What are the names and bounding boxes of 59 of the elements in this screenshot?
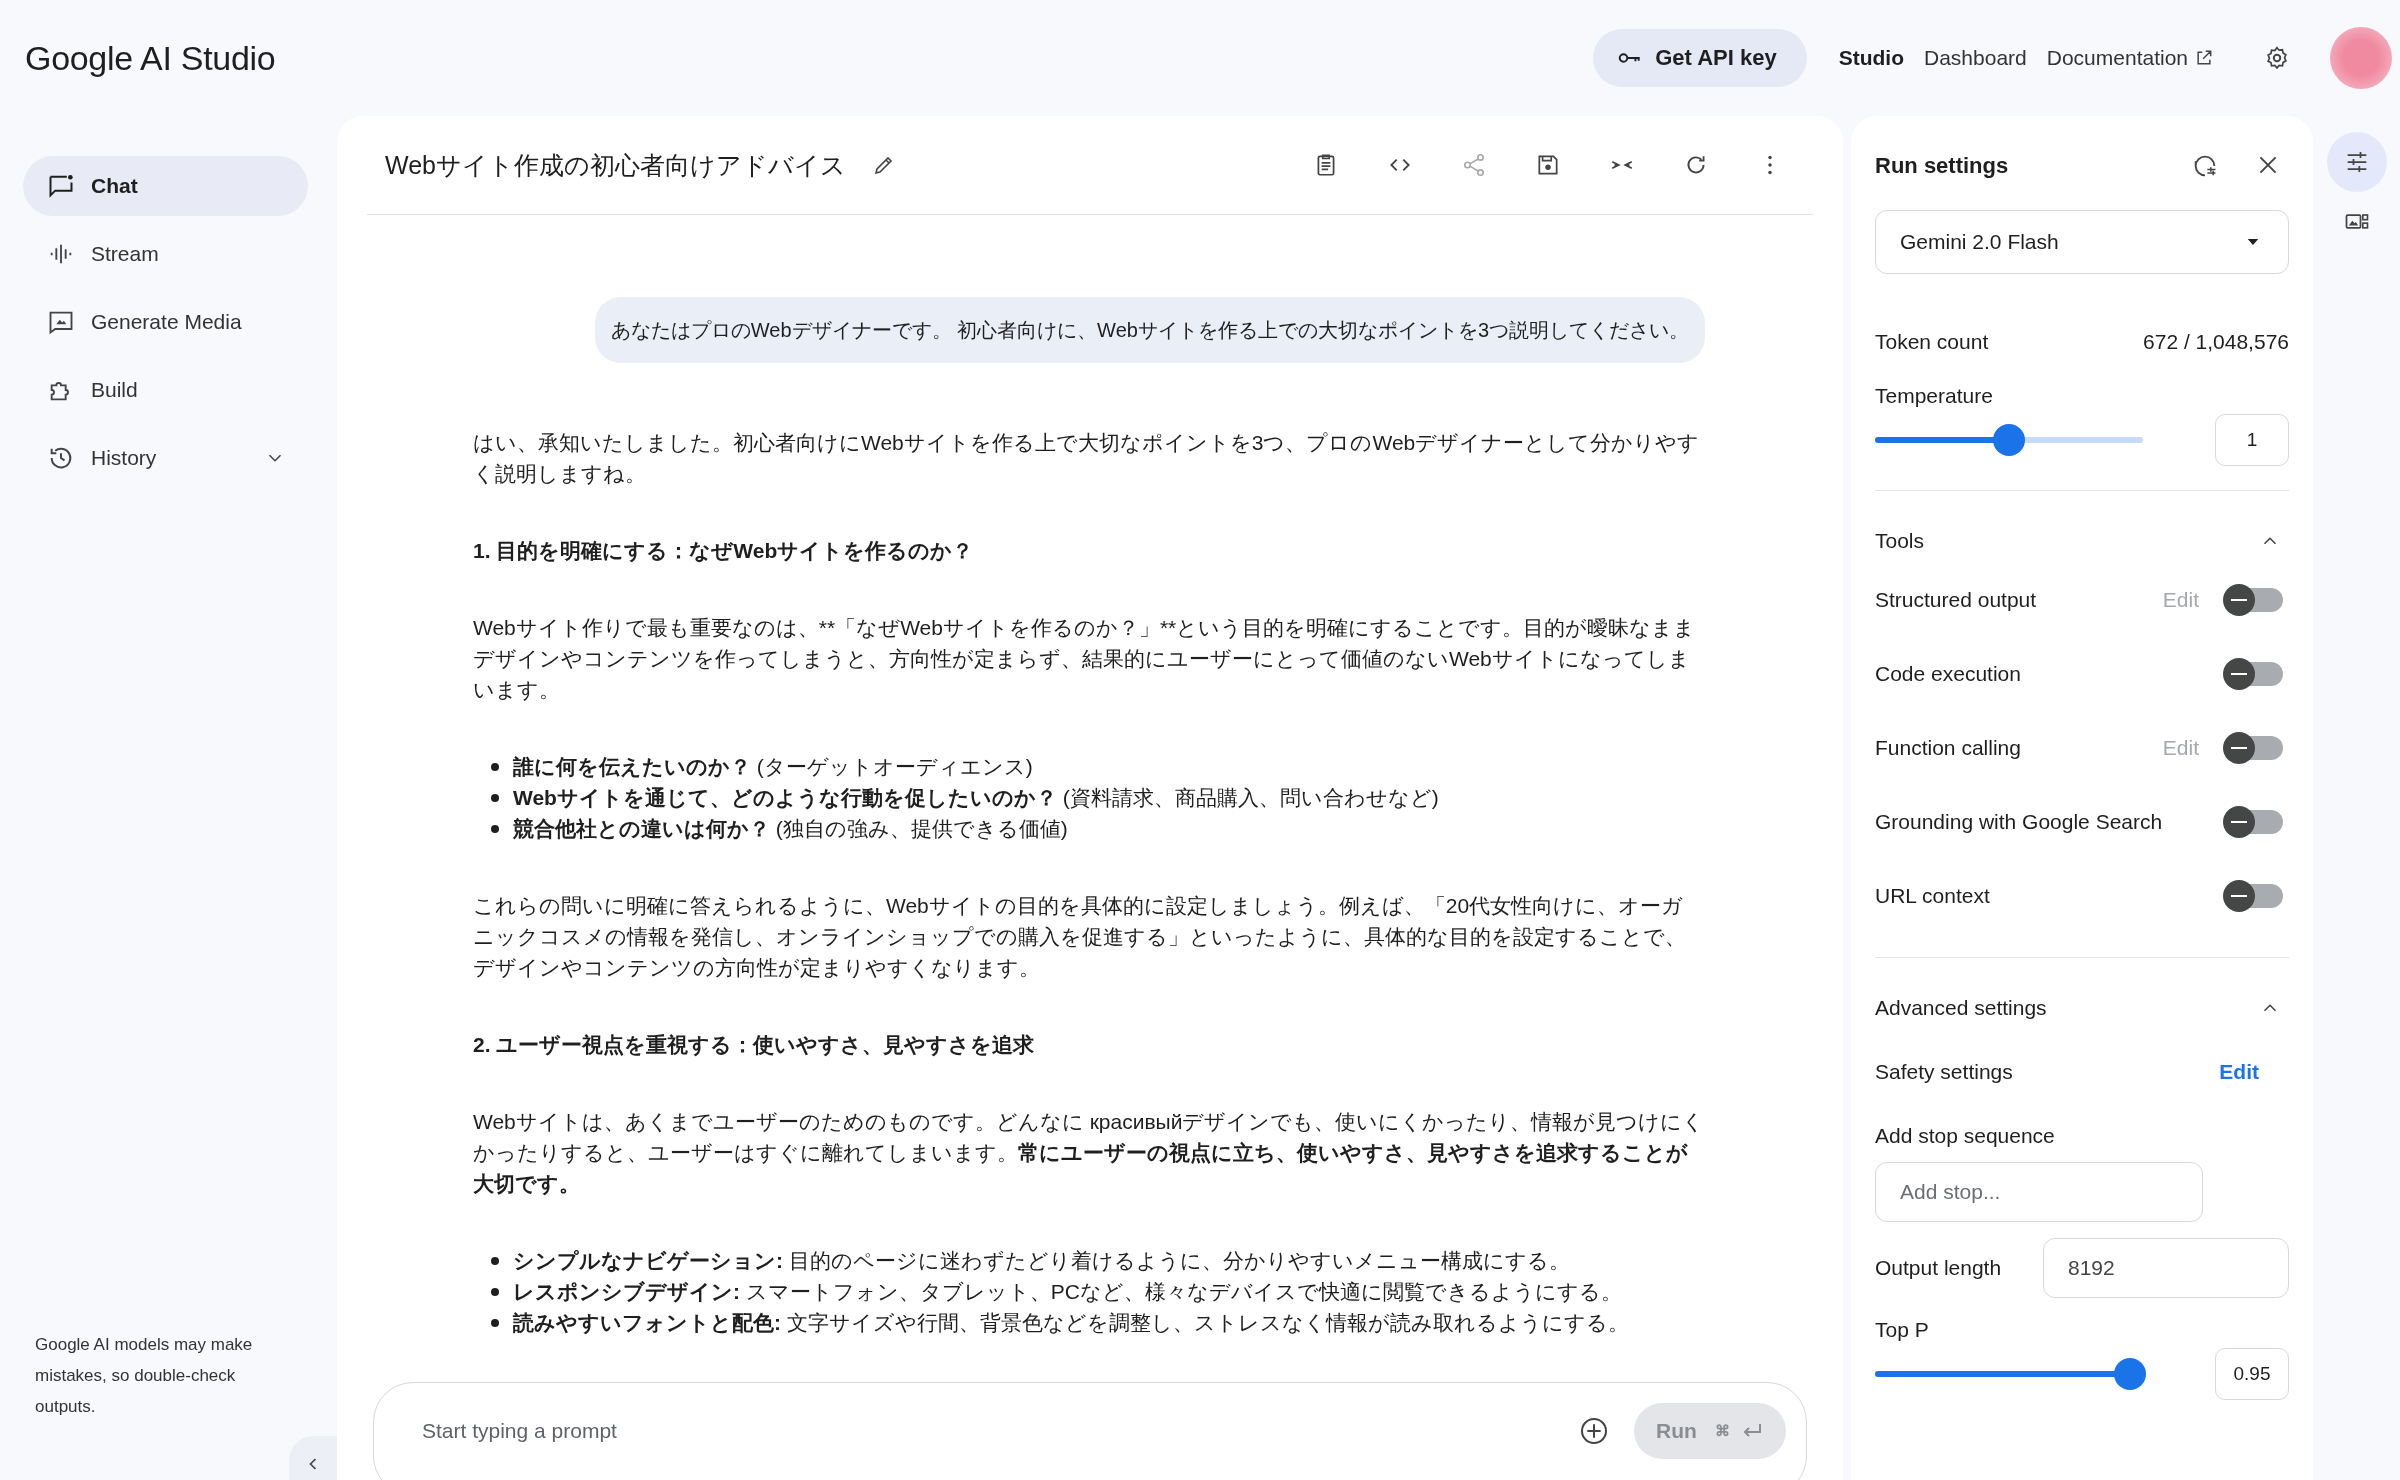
- top-p-value-field[interactable]: 0.95: [2215, 1348, 2289, 1400]
- response-heading: 2. ユーザー視点を重視する：使いやすさ、見やすさを追求: [473, 1032, 1036, 1058]
- safety-settings-label: Safety settings: [1875, 1060, 2013, 1084]
- model-select[interactable]: Gemini 2.0 Flash: [1875, 210, 2289, 274]
- response-paragraph: Webサイト作りで最も重要なのは、**「なぜWebサイトを作るのか？」**という目的を明確にすることです。目的が曖昧なままデザインやコンテンツを作ってしまうと、方向性が定まらず、結果的にユーザーにとって価値のないWebサイトになってしまいます。: [473, 615, 1697, 703]
- response-paragraph: はい、承知いたしました。初心者向けにWebサイトを作る上で大切なポイントを3つ、プロのWebデザイナーとして分かりやすく説明しますね。: [473, 430, 1701, 487]
- list-item: シンプルなナビゲーション: 目的のページに迷わずたどり着けるように、分かりやすいメニュー構成にする。: [513, 1248, 1570, 1275]
- tool-label: Grounding with Google Search: [1875, 810, 2164, 834]
- output-length-field[interactable]: 8192: [2043, 1238, 2289, 1298]
- external-link-icon: [2194, 48, 2214, 68]
- nav-link[interactable]: Studio: [1838, 46, 1904, 70]
- bullet-icon: [491, 794, 499, 802]
- list-item: Webサイトを通じて、どのような行動を促したいのか？ (資料請求、商品購入、問い合わせなど): [513, 785, 1439, 812]
- list-item: レスポンシブデザイン: スマートフォン、タブレット、PCなど、様々なデバイスで快適に閲覧できるようにする。: [513, 1279, 1622, 1305]
- tool-label: URL context: [1875, 884, 1991, 908]
- tool-label: Function calling: [1875, 736, 2022, 760]
- response-heading: 1. 目的を明確にする：なぜWebサイトを作るのか？: [473, 538, 975, 565]
- tool-label: Structured output: [1875, 588, 2038, 612]
- output-length-label: Output length: [1875, 1256, 2002, 1280]
- panel-title: Run settings: [1875, 153, 2009, 179]
- app-logo: Google AI Studio: [25, 38, 276, 78]
- bullet-icon: [491, 1319, 499, 1327]
- save-icon[interactable]: [1535, 152, 1561, 178]
- response-paragraph: Webサイトは、あくまでユーザーのためのものです。どんなに красивыйデザインでも、使いにくかったり、情報が見つけにくかったりすると、ユーザーはすぐに離れてしまいます。常にユーザーの視点に立ち、使いやすさ、見やすさを追求することが大切です。: [473, 1109, 1705, 1197]
- bullet-icon: [491, 763, 499, 771]
- user-message: あなたはプロのWebデザイナーです。 初心者向けに、Webサイトを作る上での大切なポイントを3つ説明してください。: [594, 297, 1705, 363]
- add-icon[interactable]: [1578, 1415, 1610, 1447]
- temperature-label: Temperature: [1875, 384, 1994, 408]
- chat-icon: [47, 172, 75, 200]
- nav-link[interactable]: Documentation: [2046, 46, 2214, 70]
- temperature-value-field[interactable]: 1: [2215, 414, 2289, 466]
- get-api-key-button[interactable]: Get API key: [1593, 29, 1807, 87]
- sidebar-item[interactable]: Generate Media: [23, 292, 308, 352]
- chat-title: Webサイト作成の初心者向けアドバイス: [385, 149, 846, 181]
- section-title: Tools: [1875, 529, 1925, 553]
- token-count-value: 672 / 1,048,576: [2143, 330, 2289, 354]
- tool-label: Code execution: [1875, 662, 2022, 686]
- token-count-label: Token count: [1875, 330, 1989, 354]
- sidebar-item[interactable]: Build: [23, 360, 308, 420]
- stop-sequence-label: Add stop sequence: [1875, 1124, 2056, 1148]
- bullet-icon: [491, 1257, 499, 1265]
- bullet-icon: [491, 1288, 499, 1296]
- top-p-label: Top P: [1875, 1318, 1930, 1342]
- list-item: 読みやすいフォントと配色: 文字サイズや行間、背景色などを調整し、ストレスなく情報が読み取れるようにする。: [513, 1310, 1629, 1336]
- slider-handle[interactable]: [2113, 1358, 2146, 1390]
- sidebar-item[interactable]: Stream: [23, 224, 308, 284]
- list-item: 誰に何を伝えたいのか？ (ターゲットオーディエンス): [513, 754, 1033, 780]
- stop-sequence-field[interactable]: Add stop...: [1875, 1162, 2203, 1222]
- sidebar-item[interactable]: Chat: [23, 156, 308, 216]
- bullet-icon: [491, 825, 499, 833]
- nav-link[interactable]: Dashboard: [1924, 46, 2027, 70]
- disclaimer-text: Google AI models may make mistakes, so double-check outputs.: [35, 1334, 254, 1418]
- slider-handle[interactable]: [1993, 424, 2025, 456]
- settings-icon[interactable]: [2264, 45, 2290, 71]
- response-paragraph: これらの問いに明確に答えられるように、Webサイトの目的を具体的に設定しましょう。例えば、「20代女性向けに、オーガニックコスメの情報を発信し、オンラインショップでの購入を促進する」といったように、具体的な目的を設定することで、デザインやコンテンツの方向性が定まりやすくなります。: [473, 893, 1687, 981]
- edit-link[interactable]: Edit: [2219, 1060, 2259, 1084]
- list-item: 競合他社との違いは何か？ (独自の強み、提供できる価値): [513, 816, 1068, 842]
- section-title: Advanced settings: [1875, 996, 2047, 1020]
- sidebar-item[interactable]: History: [23, 428, 308, 488]
